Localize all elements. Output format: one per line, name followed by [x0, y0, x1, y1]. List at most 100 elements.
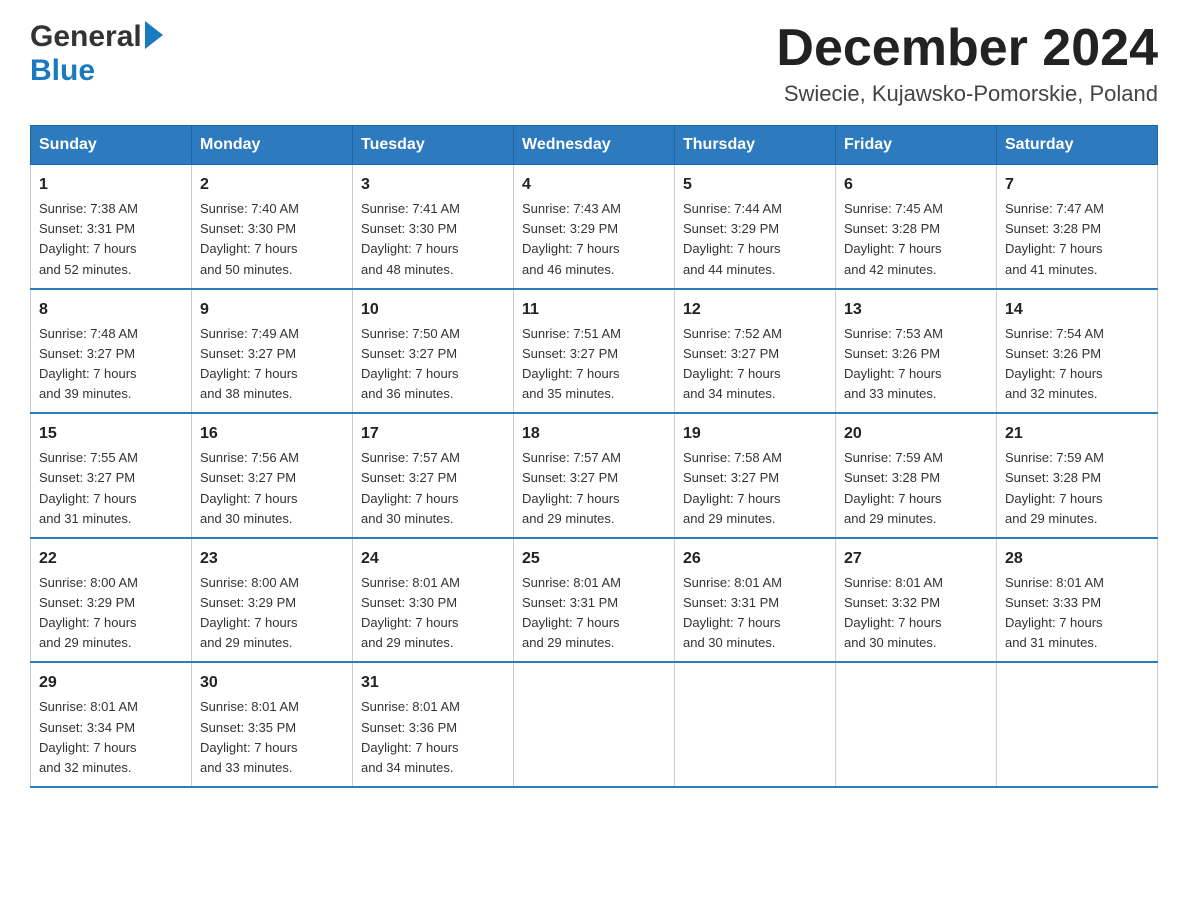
day-number: 31: [361, 671, 505, 695]
day-number: 22: [39, 547, 183, 571]
day-info: Sunrise: 7:49 AMSunset: 3:27 PMDaylight:…: [200, 324, 344, 405]
day-number: 11: [522, 298, 666, 322]
day-info: Sunrise: 7:41 AMSunset: 3:30 PMDaylight:…: [361, 199, 505, 280]
calendar-cell: 21Sunrise: 7:59 AMSunset: 3:28 PMDayligh…: [997, 413, 1158, 538]
day-number: 19: [683, 422, 827, 446]
calendar-cell: 27Sunrise: 8:01 AMSunset: 3:32 PMDayligh…: [836, 538, 997, 663]
day-info: Sunrise: 8:00 AMSunset: 3:29 PMDaylight:…: [200, 573, 344, 654]
day-info: Sunrise: 8:01 AMSunset: 3:33 PMDaylight:…: [1005, 573, 1149, 654]
day-number: 1: [39, 173, 183, 197]
day-info: Sunrise: 7:52 AMSunset: 3:27 PMDaylight:…: [683, 324, 827, 405]
title-block: December 2024 Swiecie, Kujawsko-Pomorski…: [776, 20, 1158, 107]
calendar-cell: 9Sunrise: 7:49 AMSunset: 3:27 PMDaylight…: [192, 289, 353, 414]
calendar-cell: 2Sunrise: 7:40 AMSunset: 3:30 PMDaylight…: [192, 165, 353, 289]
day-info: Sunrise: 7:48 AMSunset: 3:27 PMDaylight:…: [39, 324, 183, 405]
day-number: 10: [361, 298, 505, 322]
day-number: 30: [200, 671, 344, 695]
calendar-cell: 15Sunrise: 7:55 AMSunset: 3:27 PMDayligh…: [31, 413, 192, 538]
header-row: Sunday Monday Tuesday Wednesday Thursday…: [31, 126, 1158, 165]
calendar-table: Sunday Monday Tuesday Wednesday Thursday…: [30, 125, 1158, 788]
calendar-cell: 28Sunrise: 8:01 AMSunset: 3:33 PMDayligh…: [997, 538, 1158, 663]
day-info: Sunrise: 7:55 AMSunset: 3:27 PMDaylight:…: [39, 448, 183, 529]
day-number: 3: [361, 173, 505, 197]
calendar-cell: 30Sunrise: 8:01 AMSunset: 3:35 PMDayligh…: [192, 662, 353, 787]
calendar-cell: 7Sunrise: 7:47 AMSunset: 3:28 PMDaylight…: [997, 165, 1158, 289]
col-saturday: Saturday: [997, 126, 1158, 165]
calendar-cell: 4Sunrise: 7:43 AMSunset: 3:29 PMDaylight…: [514, 165, 675, 289]
day-info: Sunrise: 7:57 AMSunset: 3:27 PMDaylight:…: [361, 448, 505, 529]
calendar-week-row: 1Sunrise: 7:38 AMSunset: 3:31 PMDaylight…: [31, 165, 1158, 289]
day-number: 5: [683, 173, 827, 197]
calendar-week-row: 29Sunrise: 8:01 AMSunset: 3:34 PMDayligh…: [31, 662, 1158, 787]
col-thursday: Thursday: [675, 126, 836, 165]
calendar-cell: 3Sunrise: 7:41 AMSunset: 3:30 PMDaylight…: [353, 165, 514, 289]
calendar-cell: 29Sunrise: 8:01 AMSunset: 3:34 PMDayligh…: [31, 662, 192, 787]
calendar-cell: [836, 662, 997, 787]
day-number: 27: [844, 547, 988, 571]
day-number: 8: [39, 298, 183, 322]
calendar-cell: 20Sunrise: 7:59 AMSunset: 3:28 PMDayligh…: [836, 413, 997, 538]
day-number: 4: [522, 173, 666, 197]
day-number: 15: [39, 422, 183, 446]
calendar-week-row: 8Sunrise: 7:48 AMSunset: 3:27 PMDaylight…: [31, 289, 1158, 414]
day-info: Sunrise: 8:01 AMSunset: 3:30 PMDaylight:…: [361, 573, 505, 654]
calendar-cell: 22Sunrise: 8:00 AMSunset: 3:29 PMDayligh…: [31, 538, 192, 663]
day-number: 14: [1005, 298, 1149, 322]
day-number: 26: [683, 547, 827, 571]
calendar-week-row: 22Sunrise: 8:00 AMSunset: 3:29 PMDayligh…: [31, 538, 1158, 663]
logo-general-text: General: [30, 20, 142, 54]
calendar-cell: 11Sunrise: 7:51 AMSunset: 3:27 PMDayligh…: [514, 289, 675, 414]
day-number: 20: [844, 422, 988, 446]
day-number: 17: [361, 422, 505, 446]
day-number: 9: [200, 298, 344, 322]
day-number: 21: [1005, 422, 1149, 446]
page-header: General Blue December 2024 Swiecie, Kuja…: [30, 20, 1158, 107]
calendar-cell: 5Sunrise: 7:44 AMSunset: 3:29 PMDaylight…: [675, 165, 836, 289]
day-number: 23: [200, 547, 344, 571]
day-info: Sunrise: 7:44 AMSunset: 3:29 PMDaylight:…: [683, 199, 827, 280]
day-info: Sunrise: 8:01 AMSunset: 3:35 PMDaylight:…: [200, 697, 344, 778]
calendar-body: 1Sunrise: 7:38 AMSunset: 3:31 PMDaylight…: [31, 165, 1158, 787]
calendar-cell: 10Sunrise: 7:50 AMSunset: 3:27 PMDayligh…: [353, 289, 514, 414]
calendar-cell: 16Sunrise: 7:56 AMSunset: 3:27 PMDayligh…: [192, 413, 353, 538]
calendar-cell: [997, 662, 1158, 787]
calendar-cell: 24Sunrise: 8:01 AMSunset: 3:30 PMDayligh…: [353, 538, 514, 663]
calendar-cell: 8Sunrise: 7:48 AMSunset: 3:27 PMDaylight…: [31, 289, 192, 414]
calendar-cell: 1Sunrise: 7:38 AMSunset: 3:31 PMDaylight…: [31, 165, 192, 289]
day-info: Sunrise: 7:58 AMSunset: 3:27 PMDaylight:…: [683, 448, 827, 529]
month-title: December 2024: [776, 20, 1158, 77]
col-wednesday: Wednesday: [514, 126, 675, 165]
day-number: 12: [683, 298, 827, 322]
calendar-week-row: 15Sunrise: 7:55 AMSunset: 3:27 PMDayligh…: [31, 413, 1158, 538]
day-info: Sunrise: 8:01 AMSunset: 3:31 PMDaylight:…: [683, 573, 827, 654]
calendar-cell: 23Sunrise: 8:00 AMSunset: 3:29 PMDayligh…: [192, 538, 353, 663]
calendar-cell: [675, 662, 836, 787]
day-info: Sunrise: 7:38 AMSunset: 3:31 PMDaylight:…: [39, 199, 183, 280]
day-number: 29: [39, 671, 183, 695]
calendar-cell: 6Sunrise: 7:45 AMSunset: 3:28 PMDaylight…: [836, 165, 997, 289]
calendar-cell: 19Sunrise: 7:58 AMSunset: 3:27 PMDayligh…: [675, 413, 836, 538]
day-info: Sunrise: 7:45 AMSunset: 3:28 PMDaylight:…: [844, 199, 988, 280]
day-number: 13: [844, 298, 988, 322]
calendar-cell: [514, 662, 675, 787]
day-number: 6: [844, 173, 988, 197]
logo: General Blue: [30, 20, 163, 88]
calendar-cell: 14Sunrise: 7:54 AMSunset: 3:26 PMDayligh…: [997, 289, 1158, 414]
day-info: Sunrise: 7:59 AMSunset: 3:28 PMDaylight:…: [844, 448, 988, 529]
col-tuesday: Tuesday: [353, 126, 514, 165]
day-info: Sunrise: 8:01 AMSunset: 3:31 PMDaylight:…: [522, 573, 666, 654]
col-sunday: Sunday: [31, 126, 192, 165]
calendar-cell: 12Sunrise: 7:52 AMSunset: 3:27 PMDayligh…: [675, 289, 836, 414]
col-friday: Friday: [836, 126, 997, 165]
col-monday: Monday: [192, 126, 353, 165]
calendar-cell: 17Sunrise: 7:57 AMSunset: 3:27 PMDayligh…: [353, 413, 514, 538]
day-info: Sunrise: 8:00 AMSunset: 3:29 PMDaylight:…: [39, 573, 183, 654]
day-info: Sunrise: 8:01 AMSunset: 3:32 PMDaylight:…: [844, 573, 988, 654]
day-info: Sunrise: 7:51 AMSunset: 3:27 PMDaylight:…: [522, 324, 666, 405]
day-info: Sunrise: 7:54 AMSunset: 3:26 PMDaylight:…: [1005, 324, 1149, 405]
day-number: 24: [361, 547, 505, 571]
location-subtitle: Swiecie, Kujawsko-Pomorskie, Poland: [776, 81, 1158, 107]
day-info: Sunrise: 7:40 AMSunset: 3:30 PMDaylight:…: [200, 199, 344, 280]
day-number: 18: [522, 422, 666, 446]
day-number: 7: [1005, 173, 1149, 197]
